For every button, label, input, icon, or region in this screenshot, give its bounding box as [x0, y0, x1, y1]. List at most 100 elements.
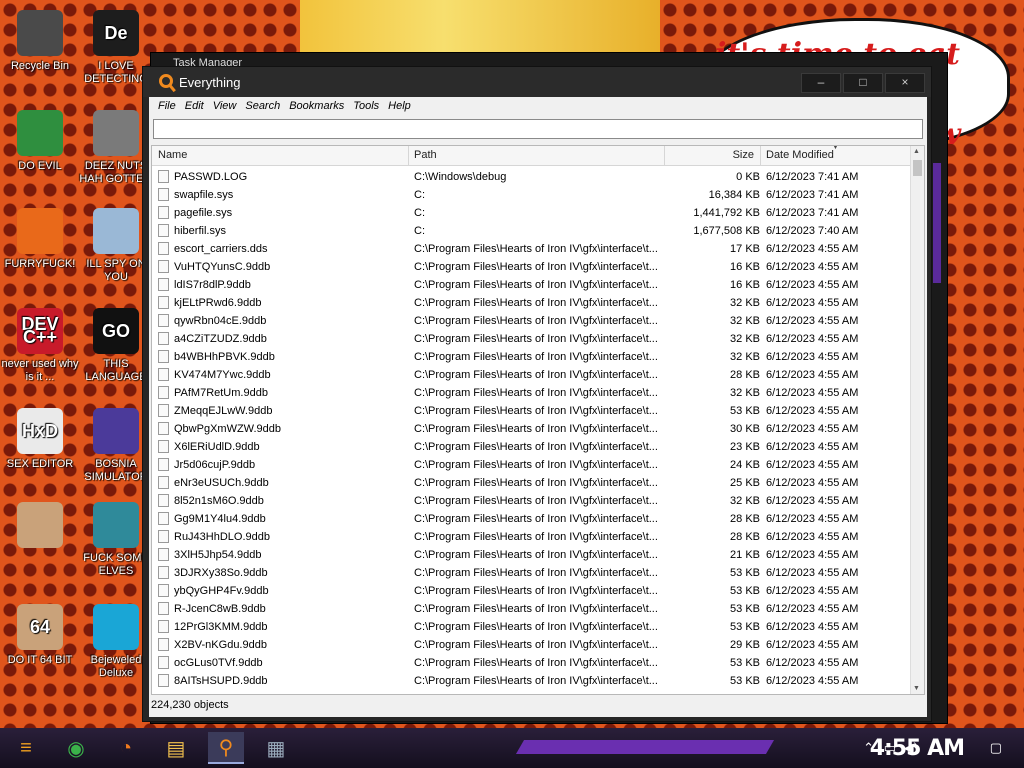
file-icon [158, 422, 169, 435]
file-date: 6/12/2023 4:55 AM [766, 369, 859, 381]
menu-item[interactable]: Help [385, 97, 417, 117]
file-explorer-icon[interactable]: ▤ [158, 732, 194, 764]
notification-icon[interactable]: ▢ [990, 740, 1002, 756]
column-size[interactable]: Size [733, 149, 754, 161]
scroll-down-icon[interactable]: ▼ [913, 685, 920, 692]
file-name: kjELtPRwd6.9ddb [174, 297, 262, 309]
window-client-area: File Edit View Search Bookmarks Tools Help Nam… [149, 97, 927, 717]
column-separator[interactable] [664, 146, 665, 166]
desktop-icon[interactable] [0, 502, 80, 552]
task-manager-icon[interactable]: ▦ [258, 732, 294, 764]
table-row[interactable]: ybQyGHP4Fv.9ddb C:\Program Files\Hearts o… [152, 582, 912, 600]
scroll-thumb[interactable] [913, 160, 922, 176]
table-row[interactable]: kjELtPRwd6.9ddb C:\Program Files\Hearts o… [152, 294, 912, 312]
start-icon[interactable]: ≡ [8, 732, 44, 764]
file-date: 6/12/2023 7:41 AM [766, 171, 859, 183]
table-row[interactable]: Jr5d06cujP.9ddb C:\Program Files\Hearts o… [152, 456, 912, 474]
close-button[interactable]: × [885, 73, 925, 93]
table-row[interactable]: qywRbn04cE.9ddb C:\Program Files\Hearts o… [152, 312, 912, 330]
file-size: 1,677,508 KB [693, 225, 760, 237]
firefox-icon[interactable]: ◔ [108, 732, 144, 764]
table-row[interactable]: ZMeqqEJLwW.9ddb C:\Program Files\Hearts o… [152, 402, 912, 420]
menu-item[interactable]: View [210, 97, 243, 117]
table-row[interactable]: R-JcenC8wB.9ddb C:\Program Files\Hearts o… [152, 600, 912, 618]
file-name: escort_carriers.dds [174, 243, 268, 255]
table-row[interactable]: a4CZiTZUDZ.9ddb C:\Program Files\Hearts o… [152, 330, 912, 348]
search-input[interactable] [153, 119, 923, 139]
file-size: 23 KB [730, 441, 760, 453]
results-list[interactable]: Name Path Size Date Modified ▼ PASSWD.LO… [151, 145, 925, 695]
table-row[interactable]: 3DJRXy38So.9ddb C:\Program Files\Hearts o… [152, 564, 912, 582]
file-date: 6/12/2023 4:55 AM [766, 405, 859, 417]
file-size: 32 KB [730, 387, 760, 399]
table-row[interactable]: PASSWD.LOG C:\Windows\debug 0 KB 6/12/2023 … [152, 168, 912, 186]
file-path: C:\Program Files\Hearts of Iron IV\gfx\i… [414, 549, 658, 561]
table-row[interactable]: escort_carriers.dds C:\Program Files\Hear… [152, 240, 912, 258]
table-row[interactable]: X2BV-nKGdu.9ddb C:\Program Files\Hearts o… [152, 636, 912, 654]
file-date: 6/12/2023 4:55 AM [766, 477, 859, 489]
table-row[interactable]: Gg9M1Y4lu4.9ddb C:\Program Files\Hearts o… [152, 510, 912, 528]
table-row[interactable]: 8AITsHSUPD.9ddb C:\Program Files\Hearts o… [152, 672, 912, 690]
menu-item[interactable]: Bookmarks [286, 97, 350, 117]
scroll-up-icon[interactable]: ▲ [913, 148, 920, 155]
table-row[interactable]: KV474M7Ywc.9ddb C:\Program Files\Hearts o… [152, 366, 912, 384]
file-path: C:\Program Files\Hearts of Iron IV\gfx\i… [414, 675, 658, 687]
menu-item[interactable]: Edit [182, 97, 210, 117]
file-size: 0 KB [736, 171, 760, 183]
column-path[interactable]: Path [414, 149, 437, 161]
file-name: RuJ43HhDLO.9ddb [174, 531, 271, 543]
desktop-icon[interactable]: DEV C++ never used why is it ... [0, 308, 80, 384]
table-row[interactable]: 12PrGl3KMM.9ddb C:\Program Files\Hearts o… [152, 618, 912, 636]
taskbar-clock[interactable]: 4:55 AM [870, 736, 965, 761]
minimize-button[interactable]: – [801, 73, 841, 93]
column-date-modified[interactable]: Date Modified [766, 149, 834, 161]
title-bar[interactable]: Everything – □ × [143, 67, 931, 97]
file-date: 6/12/2023 4:55 AM [766, 441, 859, 453]
file-icon [158, 566, 169, 579]
table-row[interactable]: 3XlH5Jhp54.9ddb C:\Program Files\Hearts o… [152, 546, 912, 564]
menu-item[interactable]: Tools [350, 97, 385, 117]
file-date: 6/12/2023 4:55 AM [766, 603, 859, 615]
desktop-icon[interactable]: HxD SEX EDITOR [0, 408, 80, 471]
file-name: 12PrGl3KMM.9ddb [174, 621, 268, 633]
table-row[interactable]: 8l52n1sM6O.9ddb C:\Program Files\Hearts o… [152, 492, 912, 510]
table-row[interactable]: swapfile.sys C: 16,384 KB 6/12/2023 7:41 AM [152, 186, 912, 204]
file-size: 16 KB [730, 261, 760, 273]
table-row[interactable]: VuHTQYunsC.9ddb C:\Program Files\Hearts o… [152, 258, 912, 276]
column-name[interactable]: Name [158, 149, 187, 161]
column-separator[interactable] [760, 146, 761, 166]
file-path: C:\Program Files\Hearts of Iron IV\gfx\i… [414, 261, 658, 273]
file-icon [158, 584, 169, 597]
file-path: C:\Program Files\Hearts of Iron IV\gfx\i… [414, 603, 658, 615]
table-row[interactable]: ldIS7r8dlP.9ddb C:\Program Files\Hearts o… [152, 276, 912, 294]
file-name: qywRbn04cE.9ddb [174, 315, 267, 327]
table-row[interactable]: eNr3eUSUCh.9ddb C:\Program Files\Hearts o… [152, 474, 912, 492]
stack-windows-icon [93, 110, 139, 156]
elf-icon [93, 502, 139, 548]
desktop-icon[interactable]: FURRYFUCK! [0, 208, 80, 271]
column-separator[interactable] [408, 146, 409, 166]
everything-window[interactable]: Everything – □ × File Edit View Search Bookm… [142, 66, 932, 722]
table-row[interactable]: hiberfil.sys C: 1,677,508 KB 6/12/2023 7:40… [152, 222, 912, 240]
menu-item[interactable]: File [155, 97, 182, 117]
chrome-icon[interactable]: ◉ [58, 732, 94, 764]
table-row[interactable]: pagefile.sys C: 1,441,792 KB 6/12/2023 7:41… [152, 204, 912, 222]
table-row[interactable]: PAfM7RetUm.9ddb C:\Program Files\Hearts o… [152, 384, 912, 402]
table-row[interactable]: RuJ43HhDLO.9ddb C:\Program Files\Hearts o… [152, 528, 912, 546]
table-row[interactable]: QbwPgXmWZW.9ddb C:\Program Files\Hearts o… [152, 420, 912, 438]
menu-item[interactable]: Search [242, 97, 286, 117]
file-date: 6/12/2023 4:55 AM [766, 351, 859, 363]
desktop-icon[interactable]: DO EVIL [0, 110, 80, 173]
table-row[interactable]: b4WBHhPBVK.9ddb C:\Program Files\Hearts o… [152, 348, 912, 366]
maximize-button[interactable]: □ [843, 73, 883, 93]
table-row[interactable]: ocGLus0TVf.9ddb C:\Program Files\Hearts o… [152, 654, 912, 672]
file-date: 6/12/2023 7:41 AM [766, 189, 859, 201]
desktop-icon[interactable]: Recycle Bin [0, 10, 80, 73]
desktop-icon[interactable]: 64 DO IT 64 BIT [0, 604, 80, 667]
file-icon [158, 530, 169, 543]
everything-icon[interactable]: ⚲ [208, 732, 244, 764]
file-icon [158, 494, 169, 507]
vertical-scrollbar[interactable]: ▲ ▼ [910, 146, 924, 694]
table-row[interactable]: X6lERiUdlD.9ddb C:\Program Files\Hearts o… [152, 438, 912, 456]
file-size: 32 KB [730, 495, 760, 507]
